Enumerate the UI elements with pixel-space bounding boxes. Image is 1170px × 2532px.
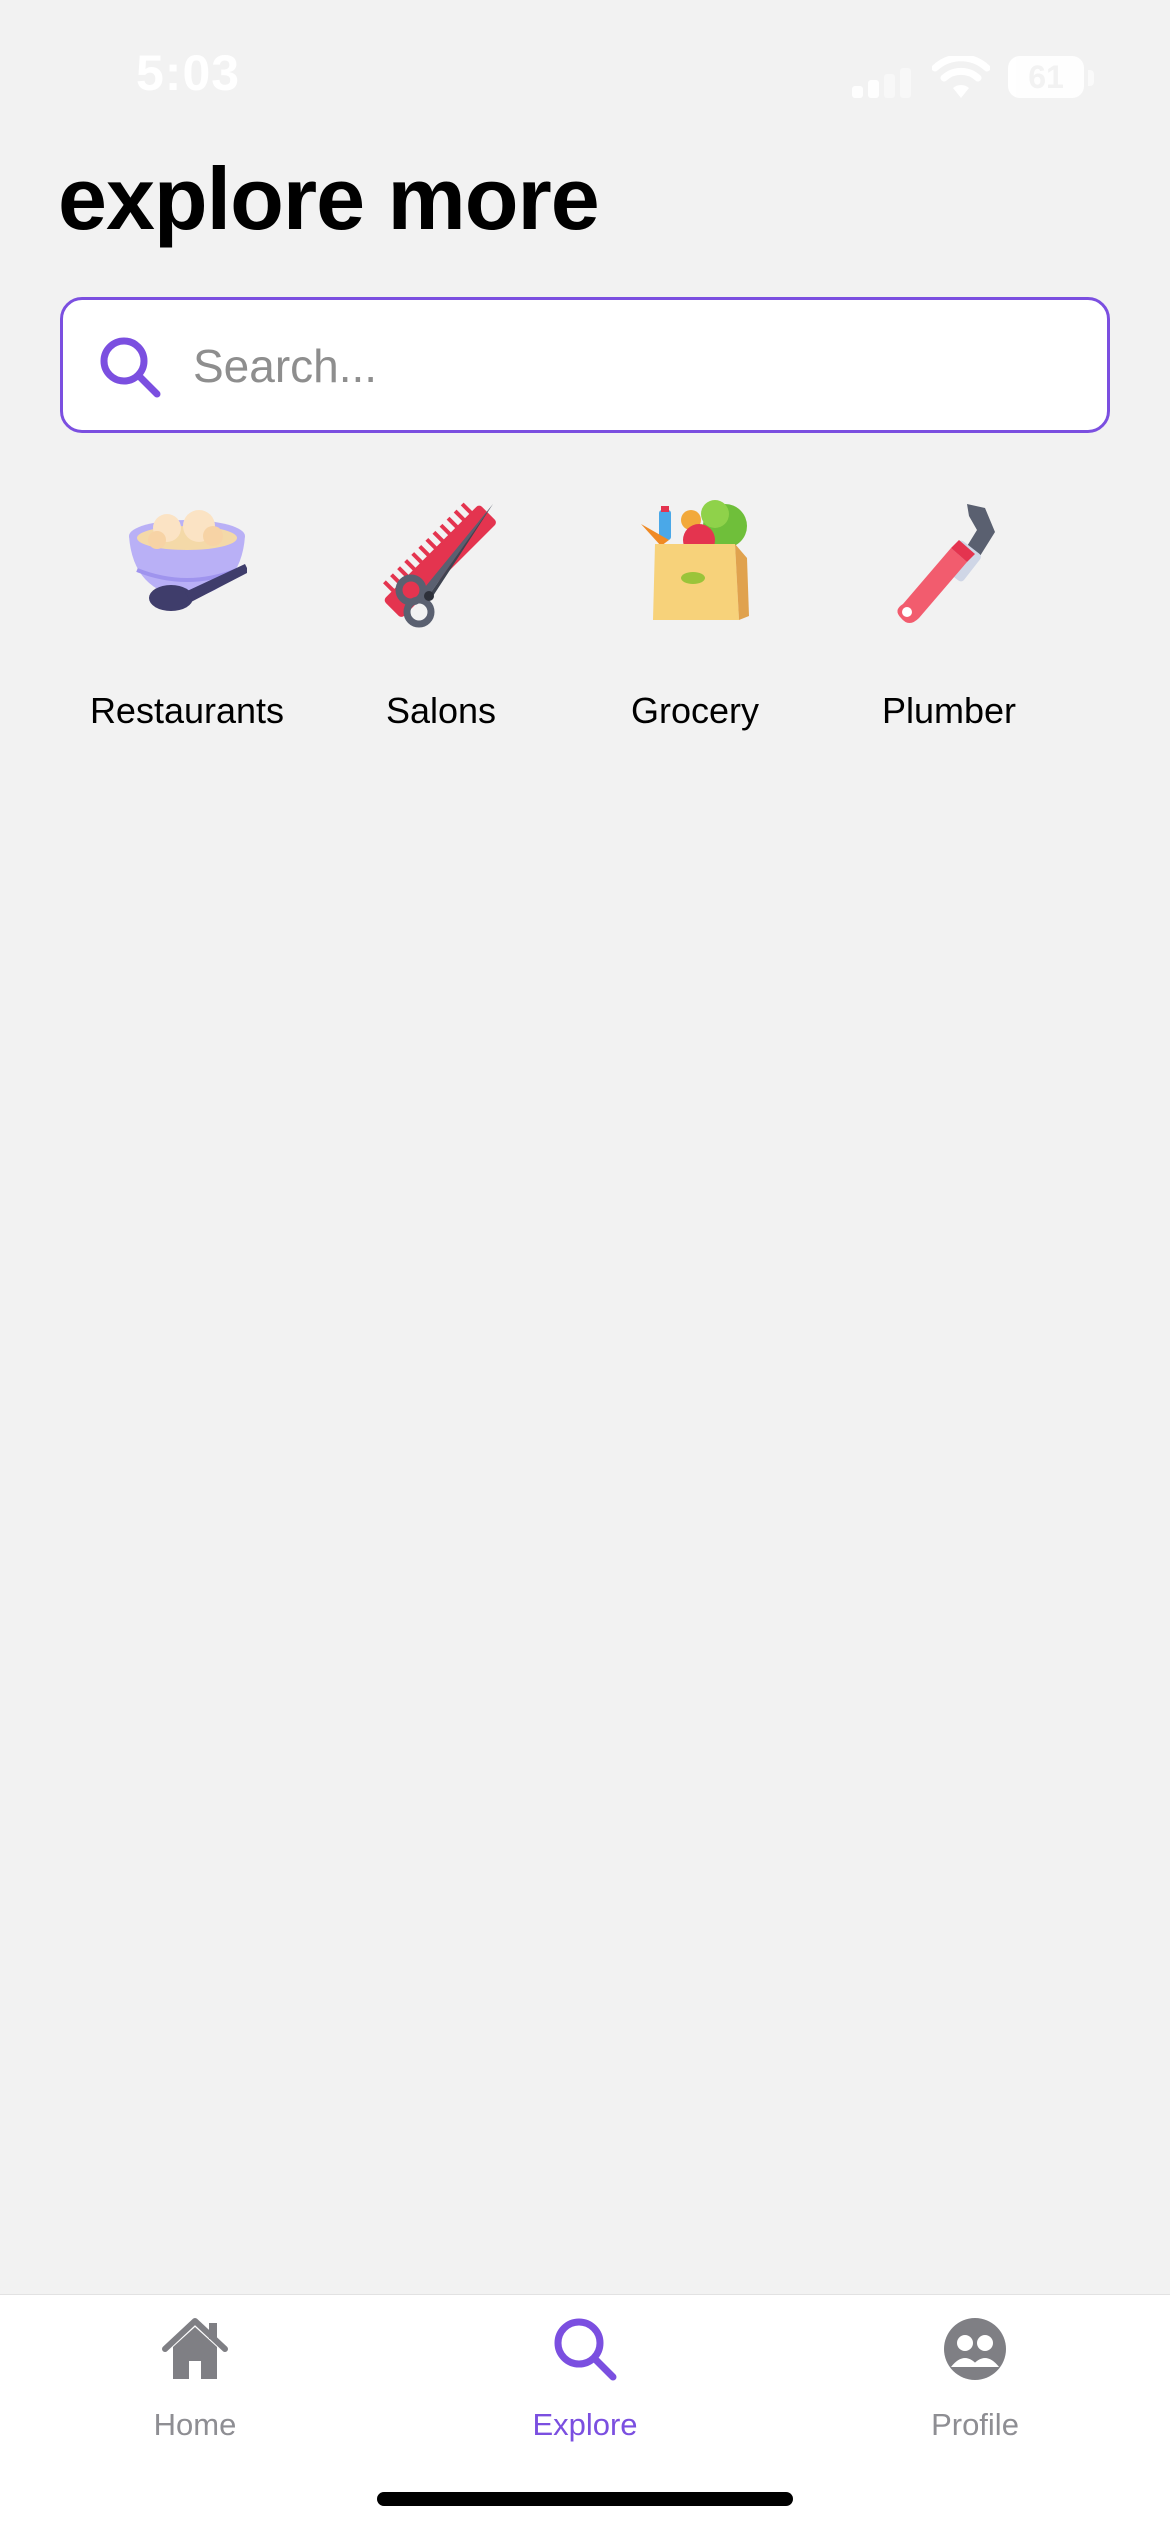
- category-plumber[interactable]: Plumber: [822, 500, 1076, 750]
- tab-explore[interactable]: Explore: [390, 2295, 780, 2475]
- tab-label: Profile: [931, 2407, 1019, 2442]
- scissors-and-comb-icon: [383, 502, 496, 628]
- category-restaurants[interactable]: Restaurants: [60, 500, 314, 750]
- explore-screen: 5:03 61 explore more Search... Restauran…: [0, 0, 1170, 2532]
- people-icon: [944, 2318, 1006, 2380]
- signal-icon: [852, 66, 914, 98]
- category-label: Grocery: [630, 690, 760, 731]
- category-grocery[interactable]: Grocery: [568, 500, 822, 750]
- bowl-with-spoon-icon: [129, 510, 247, 611]
- battery-level: 61: [1028, 59, 1064, 95]
- status-time: 5:03: [136, 45, 241, 101]
- tab-profile[interactable]: Profile: [780, 2295, 1170, 2475]
- search-icon: [100, 337, 161, 398]
- tab-home[interactable]: Home: [0, 2295, 390, 2475]
- page-title: explore more: [58, 149, 600, 248]
- tab-label: Home: [153, 2407, 237, 2442]
- category-label: Plumber: [881, 690, 1017, 731]
- category-salons[interactable]: Salons: [314, 500, 568, 750]
- pipe-wrench-icon: [897, 504, 995, 623]
- category-grid: Restaurants Salons Grocery Plumber: [60, 500, 1110, 750]
- status-bar: 5:03 61: [0, 0, 1170, 150]
- grocery-bag-icon: [641, 500, 749, 620]
- search-bar[interactable]: [60, 297, 1110, 433]
- battery-icon: 61: [1008, 56, 1084, 98]
- house-icon: [162, 2318, 228, 2379]
- search-input[interactable]: [193, 324, 1073, 408]
- wifi-icon: [932, 56, 990, 98]
- home-indicator: [377, 2492, 793, 2506]
- category-label: Restaurants: [89, 690, 285, 731]
- tab-label: Explore: [532, 2407, 638, 2442]
- search-icon: [554, 2318, 617, 2381]
- category-label: Salons: [385, 690, 497, 731]
- battery-cap: [1088, 70, 1094, 86]
